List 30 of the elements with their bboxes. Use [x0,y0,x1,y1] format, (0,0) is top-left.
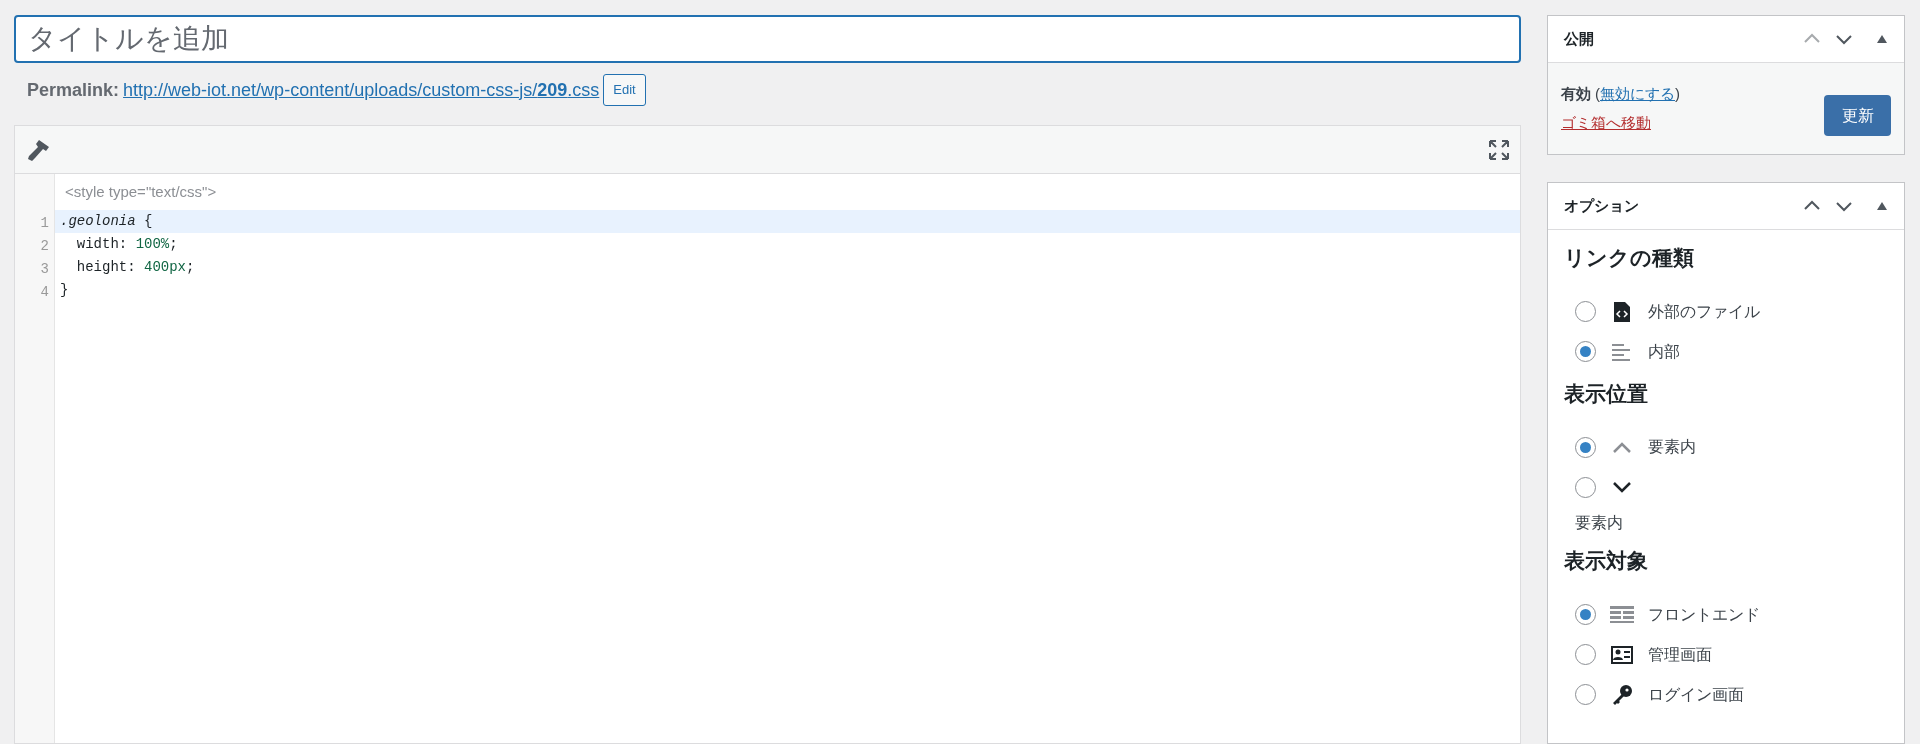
status-text: 有効 [1561,84,1591,104]
style-tag-text: <style type="text/css"> [64,181,218,202]
section-heading: 表示対象 [1564,548,1649,574]
line-number: 2 [39,237,50,256]
code-line: } [59,281,70,300]
panel-title: 公開 [1564,28,1594,49]
line-number: 4 [39,283,50,302]
code-line: height: 400px; [75,258,196,277]
parenthesis: ( [1595,84,1600,104]
panel-title: オプション [1564,195,1639,216]
section-heading: リンクの種類 [1564,245,1695,271]
permalink-url[interactable]: http://web-iot.net/wp-content/uploads/custom-css-js/209.css [123,76,600,104]
section-heading: 表示位置 [1564,380,1649,407]
deactivate-link[interactable]: 無効にする [1600,83,1675,106]
option-label: 外部のファイル [1648,301,1760,322]
option-label: 内部 [1648,341,1680,362]
option-label: 要素内 [1648,437,1696,457]
edit-button[interactable]: Edit [603,74,646,106]
title-field[interactable]: タイトルを追加 [14,15,1521,63]
update-button[interactable]: 更新 [1824,95,1891,136]
line-number: 1 [39,214,50,233]
trash-link[interactable]: ゴミ箱へ移動 [1561,111,1680,134]
option-label: ログイン画面 [1648,684,1744,705]
code-line: width: 100%; [75,235,179,254]
option-label: 要素内 [1575,513,1623,533]
option-label: フロントエンド [1648,604,1760,625]
line-number: 3 [39,260,50,279]
parenthesis: ) [1675,84,1680,104]
option-label: 管理画面 [1648,644,1712,665]
permalink-label: Permalink: [27,78,120,102]
